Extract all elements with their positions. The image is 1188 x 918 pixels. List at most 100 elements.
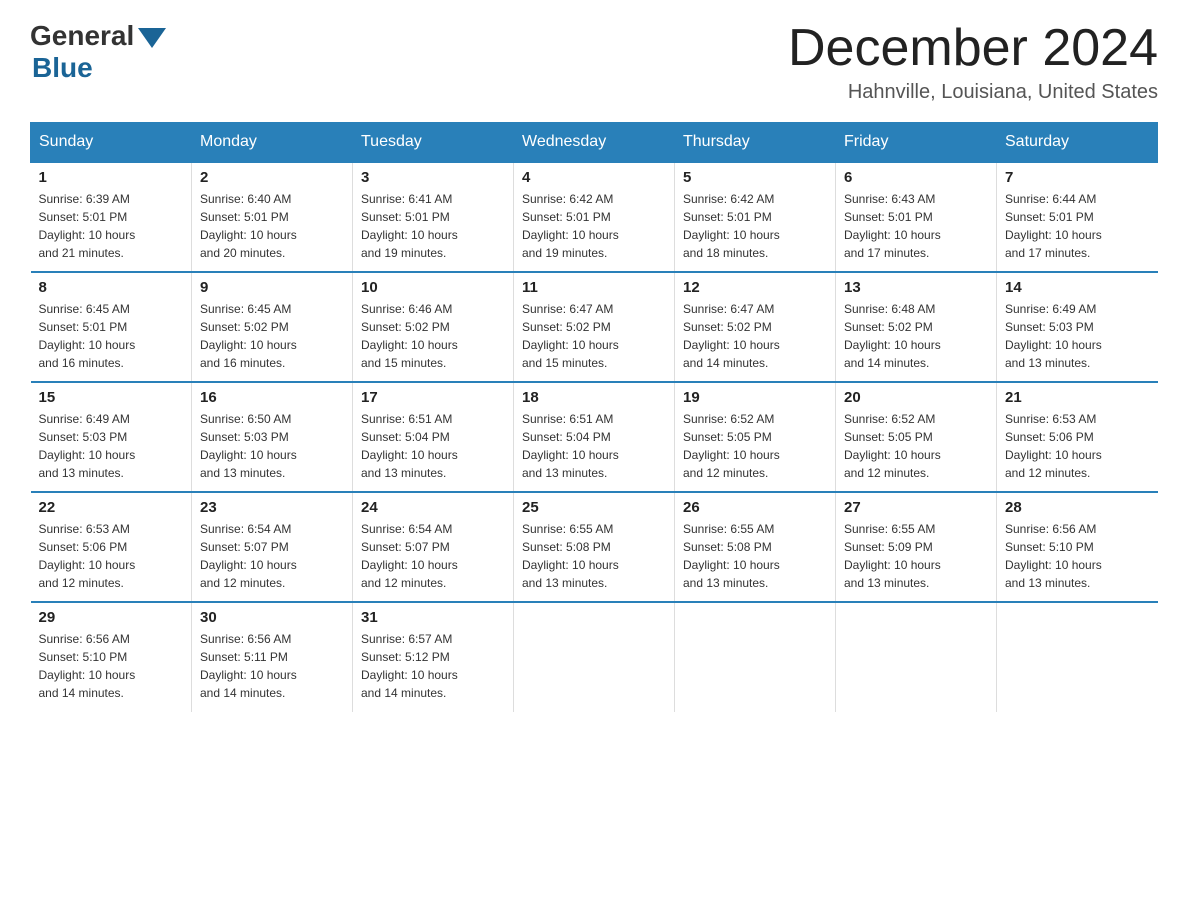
calendar-cell: 12Sunrise: 6:47 AMSunset: 5:02 PMDayligh…	[675, 272, 836, 382]
calendar-header: SundayMondayTuesdayWednesdayThursdayFrid…	[31, 123, 1158, 163]
day-info: Sunrise: 6:51 AMSunset: 5:04 PMDaylight:…	[361, 410, 505, 482]
location-text: Hahnville, Louisiana, United States	[788, 81, 1158, 104]
day-info: Sunrise: 6:55 AMSunset: 5:08 PMDaylight:…	[522, 520, 666, 592]
calendar-cell: 10 Sunrise: 6:46 AMSunset: 5:02 PMDayligh…	[353, 272, 514, 382]
day-number: 23	[200, 499, 344, 516]
day-number: 19	[683, 389, 827, 406]
day-info: Sunrise: 6:44 AMSunset: 5:01 PMDaylight:…	[1005, 190, 1150, 262]
day-number: 14	[1005, 279, 1150, 296]
day-info: Sunrise: 6:39 AMSunset: 5:01 PMDaylight:…	[39, 190, 184, 262]
calendar-cell: 4 Sunrise: 6:42 AMSunset: 5:01 PMDaylight…	[514, 162, 675, 272]
calendar-cell: 20Sunrise: 6:52 AMSunset: 5:05 PMDayligh…	[836, 382, 997, 492]
day-info: Sunrise: 6:56 AMSunset: 5:10 PMDaylight:…	[1005, 520, 1150, 592]
day-number: 29	[39, 609, 184, 626]
calendar-cell: 18Sunrise: 6:51 AMSunset: 5:04 PMDayligh…	[514, 382, 675, 492]
calendar-cell: 29 Sunrise: 6:56 AMSunset: 5:10 PMDayligh…	[31, 602, 192, 712]
header-friday: Friday	[836, 123, 997, 163]
header-tuesday: Tuesday	[353, 123, 514, 163]
calendar-cell: 2Sunrise: 6:40 AMSunset: 5:01 PMDaylight…	[192, 162, 353, 272]
logo: General Blue	[30, 20, 166, 84]
day-info: Sunrise: 6:46 AMSunset: 5:02 PMDaylight:…	[361, 300, 505, 372]
calendar-cell	[514, 602, 675, 712]
calendar-table: SundayMondayTuesdayWednesdayThursdayFrid…	[30, 122, 1158, 712]
day-number: 20	[844, 389, 988, 406]
header-monday: Monday	[192, 123, 353, 163]
calendar-body: 1 Sunrise: 6:39 AMSunset: 5:01 PMDaylight…	[31, 162, 1158, 712]
title-area: December 2024 Hahnville, Louisiana, Unit…	[788, 20, 1158, 104]
header-saturday: Saturday	[997, 123, 1158, 163]
calendar-cell: 13 Sunrise: 6:48 AMSunset: 5:02 PMDayligh…	[836, 272, 997, 382]
logo-blue-text: Blue	[32, 52, 93, 84]
day-info: Sunrise: 6:52 AMSunset: 5:05 PMDaylight:…	[683, 410, 827, 482]
day-number: 10	[361, 279, 505, 296]
day-number: 26	[683, 499, 827, 516]
day-info: Sunrise: 6:42 AMSunset: 5:01 PMDaylight:…	[522, 190, 666, 262]
calendar-cell: 17 Sunrise: 6:51 AMSunset: 5:04 PMDayligh…	[353, 382, 514, 492]
calendar-cell: 22 Sunrise: 6:53 AMSunset: 5:06 PMDayligh…	[31, 492, 192, 602]
calendar-cell	[997, 602, 1158, 712]
calendar-cell: 23 Sunrise: 6:54 AMSunset: 5:07 PMDayligh…	[192, 492, 353, 602]
day-info: Sunrise: 6:41 AMSunset: 5:01 PMDaylight:…	[361, 190, 505, 262]
header-thursday: Thursday	[675, 123, 836, 163]
calendar-cell: 3 Sunrise: 6:41 AMSunset: 5:01 PMDaylight…	[353, 162, 514, 272]
day-info: Sunrise: 6:53 AMSunset: 5:06 PMDaylight:…	[39, 520, 184, 592]
day-number: 22	[39, 499, 184, 516]
calendar-cell: 11 Sunrise: 6:47 AMSunset: 5:02 PMDayligh…	[514, 272, 675, 382]
day-info: Sunrise: 6:55 AMSunset: 5:08 PMDaylight:…	[683, 520, 827, 592]
calendar-cell	[675, 602, 836, 712]
header-wednesday: Wednesday	[514, 123, 675, 163]
day-info: Sunrise: 6:45 AMSunset: 5:02 PMDaylight:…	[200, 300, 344, 372]
day-number: 11	[522, 279, 666, 296]
day-info: Sunrise: 6:53 AMSunset: 5:06 PMDaylight:…	[1005, 410, 1150, 482]
day-number: 16	[200, 389, 344, 406]
calendar-cell: 1 Sunrise: 6:39 AMSunset: 5:01 PMDaylight…	[31, 162, 192, 272]
page-header: General Blue December 2024 Hahnville, Lo…	[30, 20, 1158, 104]
day-number: 3	[361, 169, 505, 186]
day-number: 7	[1005, 169, 1150, 186]
day-number: 13	[844, 279, 988, 296]
calendar-cell: 25 Sunrise: 6:55 AMSunset: 5:08 PMDayligh…	[514, 492, 675, 602]
logo-general-text: General	[30, 20, 134, 52]
day-number: 1	[39, 169, 184, 186]
day-number: 18	[522, 389, 666, 406]
day-number: 4	[522, 169, 666, 186]
day-number: 17	[361, 389, 505, 406]
day-info: Sunrise: 6:54 AMSunset: 5:07 PMDaylight:…	[200, 520, 344, 592]
day-number: 28	[1005, 499, 1150, 516]
calendar-cell: 15Sunrise: 6:49 AMSunset: 5:03 PMDayligh…	[31, 382, 192, 492]
calendar-cell: 30Sunrise: 6:56 AMSunset: 5:11 PMDayligh…	[192, 602, 353, 712]
header-sunday: Sunday	[31, 123, 192, 163]
day-info: Sunrise: 6:43 AMSunset: 5:01 PMDaylight:…	[844, 190, 988, 262]
week-row-3: 15Sunrise: 6:49 AMSunset: 5:03 PMDayligh…	[31, 382, 1158, 492]
calendar-cell: 28 Sunrise: 6:56 AMSunset: 5:10 PMDayligh…	[997, 492, 1158, 602]
day-info: Sunrise: 6:45 AMSunset: 5:01 PMDaylight:…	[39, 300, 184, 372]
day-info: Sunrise: 6:47 AMSunset: 5:02 PMDaylight:…	[683, 300, 827, 372]
calendar-cell: 16 Sunrise: 6:50 AMSunset: 5:03 PMDayligh…	[192, 382, 353, 492]
day-info: Sunrise: 6:56 AMSunset: 5:10 PMDaylight:…	[39, 630, 184, 702]
calendar-cell: 19 Sunrise: 6:52 AMSunset: 5:05 PMDayligh…	[675, 382, 836, 492]
calendar-cell: 24Sunrise: 6:54 AMSunset: 5:07 PMDayligh…	[353, 492, 514, 602]
day-number: 8	[39, 279, 184, 296]
calendar-cell: 26 Sunrise: 6:55 AMSunset: 5:08 PMDayligh…	[675, 492, 836, 602]
day-info: Sunrise: 6:49 AMSunset: 5:03 PMDaylight:…	[1005, 300, 1150, 372]
day-number: 25	[522, 499, 666, 516]
calendar-cell: 9Sunrise: 6:45 AMSunset: 5:02 PMDaylight…	[192, 272, 353, 382]
calendar-cell: 31 Sunrise: 6:57 AMSunset: 5:12 PMDayligh…	[353, 602, 514, 712]
day-info: Sunrise: 6:56 AMSunset: 5:11 PMDaylight:…	[200, 630, 344, 702]
day-number: 27	[844, 499, 988, 516]
day-number: 24	[361, 499, 505, 516]
day-info: Sunrise: 6:57 AMSunset: 5:12 PMDaylight:…	[361, 630, 505, 702]
calendar-cell: 8 Sunrise: 6:45 AMSunset: 5:01 PMDaylight…	[31, 272, 192, 382]
day-info: Sunrise: 6:47 AMSunset: 5:02 PMDaylight:…	[522, 300, 666, 372]
day-number: 2	[200, 169, 344, 186]
calendar-cell: 27 Sunrise: 6:55 AMSunset: 5:09 PMDayligh…	[836, 492, 997, 602]
day-info: Sunrise: 6:50 AMSunset: 5:03 PMDaylight:…	[200, 410, 344, 482]
day-info: Sunrise: 6:55 AMSunset: 5:09 PMDaylight:…	[844, 520, 988, 592]
header-row: SundayMondayTuesdayWednesdayThursdayFrid…	[31, 123, 1158, 163]
calendar-cell	[836, 602, 997, 712]
logo-top: General	[30, 20, 166, 52]
day-info: Sunrise: 6:48 AMSunset: 5:02 PMDaylight:…	[844, 300, 988, 372]
month-title: December 2024	[788, 20, 1158, 77]
day-number: 31	[361, 609, 505, 626]
calendar-cell: 7 Sunrise: 6:44 AMSunset: 5:01 PMDaylight…	[997, 162, 1158, 272]
